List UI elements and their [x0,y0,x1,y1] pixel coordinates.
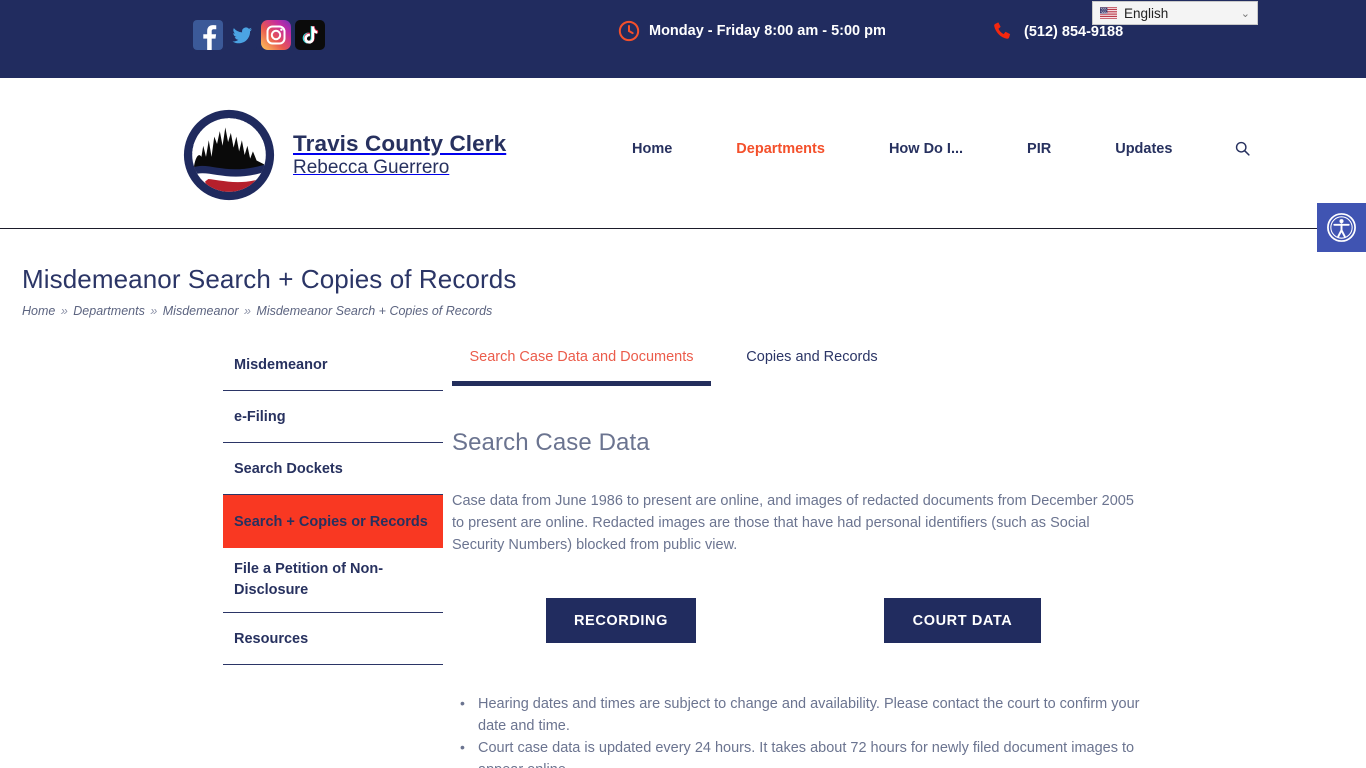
tab-label: Copies and Records [746,349,878,365]
page-title: Misdemeanor Search + Copies of Records [22,264,517,294]
section-sidebar: Misdemeanor e-Filing Search Dockets Sear… [223,339,443,665]
main-navigation: Home Departments How Do I... PIR Updates [600,140,1251,157]
brand-title: Travis County Clerk [293,130,507,156]
county-seal-icon: TRAVIS COUNTY, TX OFFICE OF THE COUNTY C… [183,109,275,201]
brand-subtitle: Rebecca Guerrero [293,157,450,179]
search-icon[interactable] [1204,140,1251,157]
phone-icon [992,20,1015,43]
recording-button[interactable]: RECORDING [546,598,696,643]
court-data-button[interactable]: COURT DATA [884,598,1041,643]
intro-paragraph: Case data from June 1986 to present are … [452,493,1134,553]
content-tabs: Search Case Data and Documents Copies an… [452,339,891,386]
sidebar-item-e-filing[interactable]: e-Filing [223,391,443,443]
us-flag-icon [1100,7,1124,19]
tab-search-case-data-and-documents[interactable]: Search Case Data and Documents [452,339,711,386]
breadcrumb: Home » Departments » Misdemeanor » Misde… [22,304,492,318]
nav-item-how-do-i[interactable]: How Do I... [857,141,995,157]
breadcrumb-item-current: Misdemeanor Search + Copies of Records [256,304,493,318]
office-hours: Monday - Friday 8:00 am - 5:00 pm [618,20,886,42]
site-header: TRAVIS COUNTY, TX OFFICE OF THE COUNTY C… [0,78,1366,229]
breadcrumb-item-home[interactable]: Home [22,304,55,318]
sidebar-item-label: Resources [234,630,309,647]
nav-item-updates[interactable]: Updates [1083,141,1204,157]
section-heading: Search Case Data [452,429,650,456]
language-selector[interactable]: English ⌄ [1092,1,1258,25]
twitter-icon[interactable] [227,20,257,50]
chevron-down-icon[interactable]: ⌄ [1241,7,1250,20]
sidebar-item-label: Search Dockets [234,460,343,477]
tab-copies-and-records[interactable]: Copies and Records [733,339,891,381]
breadcrumb-separator: » [150,304,158,318]
office-hours-text: Monday - Friday 8:00 am - 5:00 pm [649,23,886,39]
accessibility-toolbar-button[interactable] [1317,203,1366,252]
notes-list: Hearing dates and times are subject to c… [452,692,1142,768]
instagram-icon[interactable] [261,20,291,50]
clock-icon [618,20,640,42]
phone-number-text: (512) 854-9188 [1024,23,1124,40]
action-button-row: RECORDING COURT DATA [452,598,1142,646]
page-root: Monday - Friday 8:00 am - 5:00 pm (512) … [0,0,1366,768]
facebook-icon[interactable] [193,20,223,50]
nav-item-pir[interactable]: PIR [995,141,1083,157]
top-utility-bar: Monday - Friday 8:00 am - 5:00 pm (512) … [0,0,1366,78]
site-logo-link[interactable]: TRAVIS COUNTY, TX OFFICE OF THE COUNTY C… [183,109,506,201]
social-links [193,20,325,50]
tiktok-icon[interactable] [295,20,325,50]
nav-item-home[interactable]: Home [600,141,704,157]
sidebar-item-label: e-Filing [234,408,286,425]
list-item: Hearing dates and times are subject to c… [452,692,1142,737]
sidebar-item-resources[interactable]: Resources [223,613,443,665]
sidebar-item-label: File a Petition of Non-Disclosure [234,560,384,598]
breadcrumb-item-departments[interactable]: Departments [73,304,145,318]
sidebar-item-misdemeanor[interactable]: Misdemeanor [223,339,443,391]
tab-label: Search Case Data and Documents [469,349,694,365]
list-item: Court case data is updated every 24 hour… [452,736,1142,768]
breadcrumb-separator: » [60,304,68,318]
sidebar-item-search-dockets[interactable]: Search Dockets [223,443,443,495]
tab-panel-search-case-data: Search Case Data Case data from June 198… [452,429,1142,768]
breadcrumb-separator: » [243,304,251,318]
nav-item-departments[interactable]: Departments [704,141,857,157]
breadcrumb-item-misdemeanor[interactable]: Misdemeanor [163,304,239,318]
sidebar-item-file-a-petition-of-non-disclosure[interactable]: File a Petition of Non-Disclosure [223,548,443,613]
sidebar-item-label: Search + Copies or Records [234,513,428,530]
language-selected-label: English [1124,5,1169,21]
accessibility-person-icon [1326,212,1357,243]
sidebar-item-search-copies-or-records[interactable]: Search + Copies or Records [223,495,443,548]
sidebar-item-label: Misdemeanor [234,356,328,373]
